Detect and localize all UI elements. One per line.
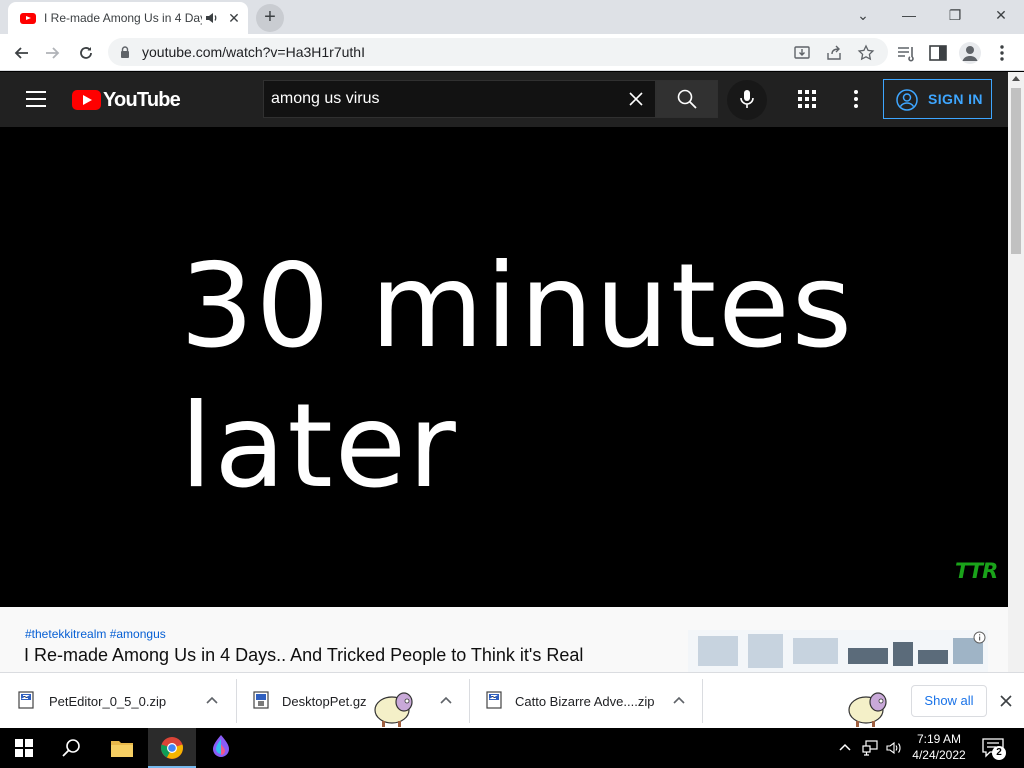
clock-time: 7:19 AM bbox=[916, 732, 962, 746]
close-shelf-icon[interactable] bbox=[998, 693, 1014, 709]
side-panel-icon[interactable] bbox=[928, 43, 948, 63]
paint-droplet-icon bbox=[213, 735, 229, 757]
tab-search-dropdown-icon[interactable]: ⌄ bbox=[840, 0, 886, 30]
browser-tab-active[interactable]: I Re-made Among Us in 4 Days.. And Trick… bbox=[8, 2, 248, 34]
clear-search-icon[interactable] bbox=[627, 90, 645, 108]
scroll-up-arrow-icon[interactable] bbox=[1012, 76, 1020, 81]
restore-button[interactable]: ❐ bbox=[932, 0, 978, 30]
apps-grid-icon[interactable] bbox=[797, 89, 817, 109]
chrome-taskbar-button[interactable] bbox=[148, 728, 196, 768]
system-clock[interactable]: 7:19 AM 4/24/2022 bbox=[906, 731, 972, 763]
profile-avatar-icon[interactable] bbox=[959, 42, 981, 64]
new-tab-button[interactable]: + bbox=[256, 4, 284, 32]
audio-playing-icon[interactable] bbox=[205, 11, 219, 25]
download-separator bbox=[702, 679, 703, 723]
video-info-section: #thetekkitrealm #amongus I Re-made Among… bbox=[0, 607, 1008, 672]
video-title: I Re-made Among Us in 4 Days.. And Trick… bbox=[24, 645, 584, 665]
chevron-up-icon[interactable] bbox=[838, 741, 852, 755]
voice-search-button[interactable] bbox=[727, 80, 767, 120]
url-text: youtube.com/watch?v=Ha3H1r7uthI bbox=[142, 44, 365, 60]
paint-3d-taskbar-button[interactable] bbox=[197, 728, 245, 768]
browser-tab-strip: I Re-made Among Us in 4 Days.. And Trick… bbox=[0, 0, 1024, 34]
gz-file-icon bbox=[253, 691, 269, 709]
ad-banner-image[interactable] bbox=[688, 630, 988, 672]
folder-icon bbox=[111, 741, 133, 757]
search-button[interactable] bbox=[656, 80, 718, 118]
chrome-menu-icon[interactable] bbox=[992, 43, 1012, 63]
guide-menu-icon[interactable] bbox=[26, 91, 46, 107]
download-filename: DesktopPet.gz bbox=[282, 694, 367, 709]
video-player[interactable]: 30 minutes later TTR bbox=[0, 127, 1008, 607]
reading-list-icon[interactable] bbox=[896, 43, 916, 63]
download-filename: PetEditor_0_5_0.zip bbox=[49, 694, 167, 709]
zip-file-icon bbox=[486, 691, 502, 709]
search-icon bbox=[677, 89, 697, 109]
ad-info-icon[interactable] bbox=[973, 631, 986, 644]
channel-watermark[interactable]: TTR bbox=[955, 559, 998, 583]
desktop-pet-sheep-icon[interactable] bbox=[372, 688, 416, 728]
zip-file-icon bbox=[18, 691, 34, 709]
download-filename: Catto Bizarre Adve....zip bbox=[515, 694, 655, 709]
video-hashtags-link[interactable]: #thetekkitrealm #amongus bbox=[25, 627, 166, 641]
search-input[interactable]: among us virus bbox=[263, 80, 656, 118]
microphone-icon bbox=[740, 90, 754, 108]
desktop-pet-sheep-icon[interactable] bbox=[846, 688, 890, 728]
file-explorer-taskbar-button[interactable] bbox=[98, 728, 146, 768]
minimize-button[interactable]: — bbox=[886, 0, 932, 30]
forward-arrow-icon[interactable] bbox=[40, 40, 66, 66]
address-bar[interactable]: youtube.com/watch?v=Ha3H1r7uthI bbox=[108, 38, 888, 66]
bookmark-star-icon[interactable] bbox=[857, 44, 875, 62]
chevron-up-icon[interactable] bbox=[440, 695, 452, 707]
tab-title: I Re-made Among Us in 4 Days.. And Trick… bbox=[44, 11, 202, 25]
download-item[interactable]: PetEditor_0_5_0.zip bbox=[0, 673, 236, 729]
volume-icon[interactable] bbox=[886, 740, 902, 756]
windows-taskbar: 7:19 AM 4/24/2022 2 bbox=[0, 728, 1024, 768]
install-app-icon[interactable] bbox=[793, 44, 811, 62]
sign-in-label: SIGN IN bbox=[928, 91, 983, 107]
page-scrollbar[interactable] bbox=[1008, 72, 1024, 672]
reload-icon[interactable] bbox=[73, 40, 99, 66]
back-arrow-icon[interactable] bbox=[8, 40, 34, 66]
youtube-header: YouTube among us virus SIGN IN bbox=[0, 72, 1008, 127]
clock-date: 4/24/2022 bbox=[912, 748, 966, 762]
youtube-wordmark: YouTube bbox=[103, 89, 181, 111]
download-item[interactable]: Catto Bizarre Adve....zip bbox=[468, 673, 702, 729]
windows-logo-icon bbox=[15, 739, 33, 757]
video-caption-text: 30 minutes later bbox=[180, 239, 855, 514]
scrollbar-thumb[interactable] bbox=[1011, 88, 1021, 254]
share-icon[interactable] bbox=[825, 44, 843, 62]
youtube-play-logo-icon bbox=[72, 90, 101, 110]
sign-in-button[interactable]: SIGN IN bbox=[883, 79, 992, 119]
chevron-up-icon[interactable] bbox=[673, 695, 685, 707]
search-query-text: among us virus bbox=[271, 90, 380, 107]
chrome-icon bbox=[161, 737, 183, 759]
lock-icon[interactable] bbox=[120, 46, 130, 58]
search-icon bbox=[62, 739, 80, 757]
show-all-downloads-button[interactable]: Show all bbox=[911, 685, 987, 717]
taskbar-search-button[interactable] bbox=[48, 728, 96, 768]
tab-close-icon[interactable]: ✕ bbox=[226, 10, 242, 26]
start-button[interactable] bbox=[0, 728, 48, 768]
youtube-favicon-icon bbox=[20, 13, 36, 24]
download-item[interactable]: DesktopPet.gz bbox=[235, 673, 469, 729]
settings-more-icon[interactable] bbox=[846, 89, 866, 109]
account-circle-icon bbox=[896, 89, 918, 111]
chevron-up-icon[interactable] bbox=[206, 695, 218, 707]
close-window-button[interactable]: ✕ bbox=[978, 0, 1024, 30]
browser-toolbar: youtube.com/watch?v=Ha3H1r7uthI bbox=[0, 34, 1024, 71]
notification-count-badge: 2 bbox=[992, 746, 1006, 760]
network-icon[interactable] bbox=[862, 740, 878, 756]
